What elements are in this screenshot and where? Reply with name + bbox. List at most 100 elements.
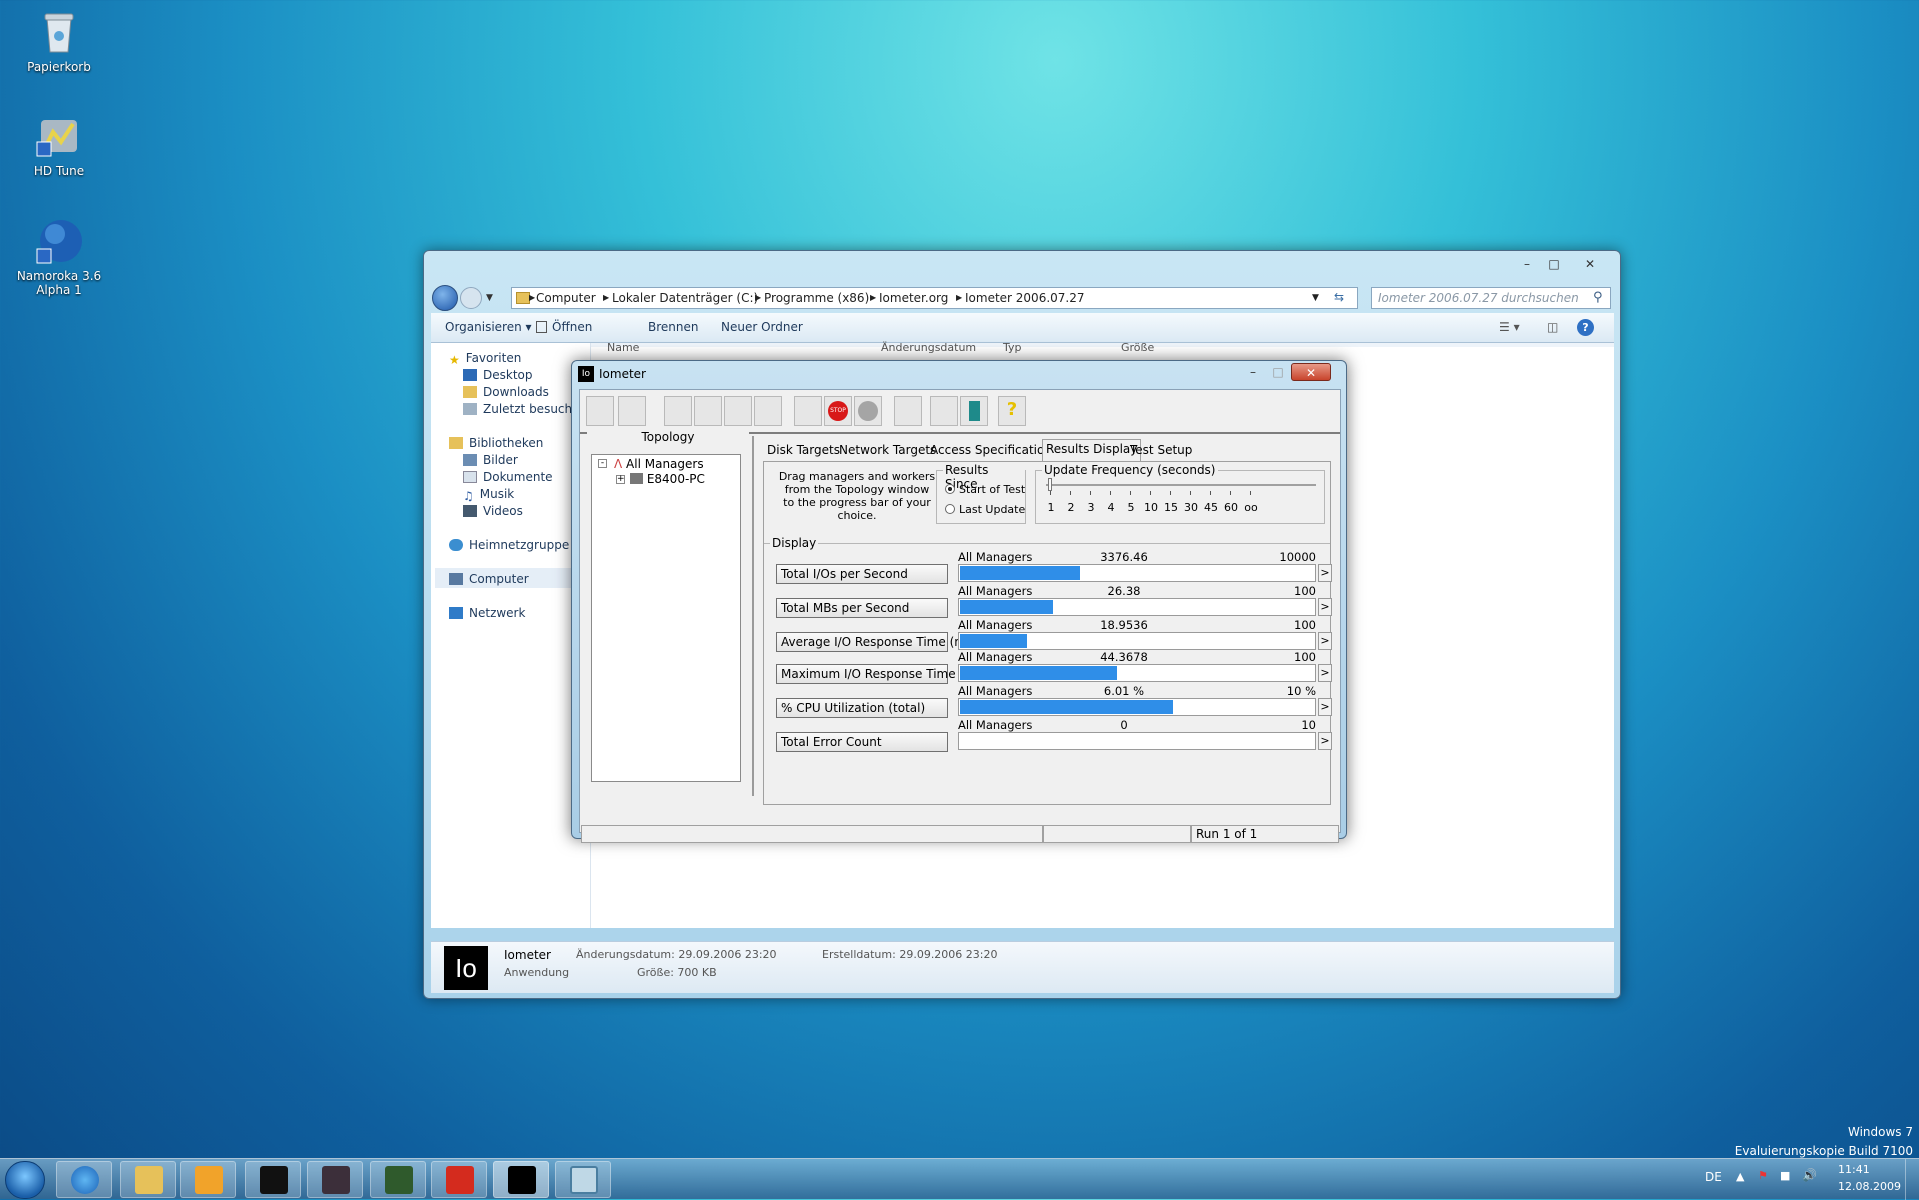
history-dropdown[interactable]: ▼ bbox=[486, 293, 493, 303]
desktop-icon-recycle-bin[interactable]: Papierkorb bbox=[4, 8, 114, 74]
nav-libraries[interactable]: Bibliotheken bbox=[449, 436, 543, 450]
organize-button[interactable]: Organisieren ▾ bbox=[445, 320, 532, 334]
tab-disk-targets[interactable]: Disk Targets bbox=[764, 441, 843, 459]
nav-videos[interactable]: Videos bbox=[463, 504, 523, 518]
column-size[interactable]: Größe bbox=[1121, 341, 1154, 354]
radio-start-of-test[interactable]: Start of Test bbox=[945, 483, 1025, 496]
breadcrumb-computer[interactable]: Computer bbox=[536, 291, 596, 305]
address-dropdown-icon[interactable]: ▼ bbox=[1312, 293, 1319, 303]
column-type[interactable]: Typ bbox=[1003, 341, 1022, 354]
nav-downloads[interactable]: Downloads bbox=[463, 385, 549, 399]
start-button[interactable] bbox=[5, 1161, 45, 1199]
expand-icon[interactable]: + bbox=[616, 475, 625, 484]
address-bar[interactable]: Computer Lokaler Datenträger (C:) Progra… bbox=[511, 287, 1358, 309]
action-center-flag-icon[interactable]: ⚑ bbox=[1758, 1169, 1768, 1182]
breadcrumb-iometer-folder[interactable]: Iometer 2006.07.27 bbox=[965, 291, 1085, 305]
nav-music[interactable]: ♫ Musik bbox=[463, 487, 514, 503]
taskbar-iometer[interactable] bbox=[493, 1161, 549, 1198]
tree-item-all-managers[interactable]: Λ All Managers bbox=[614, 457, 704, 471]
column-name[interactable]: Name bbox=[607, 341, 639, 354]
taskbar-internet-explorer[interactable] bbox=[56, 1161, 112, 1198]
metric-select-button[interactable]: Total I/Os per Second bbox=[776, 564, 948, 584]
metric-progress-bar[interactable] bbox=[958, 564, 1316, 582]
reset-workers-icon[interactable] bbox=[894, 396, 922, 426]
open-button[interactable]: Öffnen bbox=[536, 320, 592, 334]
help-icon[interactable]: ? bbox=[998, 396, 1026, 426]
metric-expand-button[interactable]: > bbox=[1318, 698, 1332, 716]
show-desktop-button[interactable] bbox=[1905, 1159, 1919, 1200]
search-icon[interactable]: ⚲ bbox=[1593, 290, 1603, 305]
search-box[interactable]: Iometer 2006.07.27 durchsuchen ⚲ bbox=[1371, 287, 1611, 309]
nav-pictures[interactable]: Bilder bbox=[463, 453, 518, 467]
refresh-icon[interactable]: ⇆ bbox=[1334, 290, 1344, 304]
iometer-minimize-button[interactable]: – bbox=[1240, 363, 1266, 381]
language-indicator[interactable]: DE bbox=[1705, 1170, 1722, 1184]
stop-all-icon[interactable] bbox=[854, 396, 882, 426]
metric-progress-bar[interactable] bbox=[958, 732, 1316, 750]
exit-icon[interactable] bbox=[960, 396, 988, 426]
collapse-icon[interactable]: - bbox=[598, 459, 607, 468]
tree-item-e8400-pc[interactable]: E8400-PC bbox=[630, 472, 705, 486]
clock-time[interactable]: 11:41 bbox=[1838, 1163, 1870, 1176]
desktop-icon-hd-tune[interactable]: HD Tune bbox=[4, 112, 114, 178]
taskbar-steam[interactable] bbox=[245, 1161, 301, 1198]
close-button[interactable]: ✕ bbox=[1568, 255, 1612, 273]
help-icon[interactable]: ? bbox=[1577, 319, 1594, 336]
taskbar-media-player[interactable] bbox=[180, 1161, 236, 1198]
network-tray-icon[interactable]: ■ bbox=[1780, 1169, 1790, 1182]
breadcrumb-programs[interactable]: Programme (x86) bbox=[764, 291, 869, 305]
tab-test-setup[interactable]: Test Setup bbox=[1127, 441, 1195, 459]
metric-select-button[interactable]: Total Error Count bbox=[776, 732, 948, 752]
metric-expand-button[interactable]: > bbox=[1318, 598, 1332, 616]
radio-last-update[interactable]: Last Update bbox=[945, 503, 1025, 516]
save-config-icon[interactable] bbox=[618, 396, 646, 426]
update-frequency-slider-track[interactable] bbox=[1046, 484, 1316, 486]
metric-progress-bar[interactable] bbox=[958, 664, 1316, 682]
metric-expand-button[interactable]: > bbox=[1318, 564, 1332, 582]
nav-recent[interactable]: Zuletzt besucht bbox=[463, 402, 577, 416]
metric-select-button[interactable]: Average I/O Response Time (ms) bbox=[776, 632, 977, 652]
update-frequency-slider-thumb[interactable] bbox=[1048, 478, 1052, 491]
metric-expand-button[interactable]: > bbox=[1318, 664, 1332, 682]
taskbar-game-1[interactable] bbox=[307, 1161, 363, 1198]
breadcrumb-iometer-org[interactable]: Iometer.org bbox=[879, 291, 948, 305]
stop-icon[interactable]: STOP bbox=[824, 396, 852, 426]
start-network-worker-icon[interactable] bbox=[724, 396, 752, 426]
open-config-icon[interactable] bbox=[586, 396, 614, 426]
metric-progress-bar[interactable] bbox=[958, 632, 1316, 650]
column-modified[interactable]: Änderungsdatum bbox=[881, 341, 976, 354]
start-disk-worker-icon[interactable] bbox=[694, 396, 722, 426]
back-button[interactable] bbox=[432, 285, 458, 311]
taskbar-game-2[interactable] bbox=[370, 1161, 426, 1198]
nav-favorites[interactable]: ★ Favoriten bbox=[449, 351, 521, 367]
clock-date[interactable]: 12.08.2009 bbox=[1838, 1180, 1901, 1193]
metric-select-button[interactable]: Maximum I/O Response Time (ms) bbox=[776, 664, 987, 684]
taskbar-app-window[interactable] bbox=[555, 1161, 611, 1198]
show-hidden-icons-icon[interactable]: ▲ bbox=[1736, 1170, 1744, 1183]
start-tests-icon[interactable] bbox=[794, 396, 822, 426]
view-options-icon[interactable]: ☰ ▾ bbox=[1499, 320, 1520, 334]
metric-progress-bar[interactable] bbox=[958, 598, 1316, 616]
iometer-maximize-button[interactable]: □ bbox=[1265, 363, 1291, 381]
metric-select-button[interactable]: % CPU Utilization (total) bbox=[776, 698, 948, 718]
metric-expand-button[interactable]: > bbox=[1318, 732, 1332, 750]
desktop-icon-namoroka[interactable]: Namoroka 3.6 Alpha 1 bbox=[4, 217, 114, 297]
nav-documents[interactable]: Dokumente bbox=[463, 470, 553, 484]
disconnect-icon[interactable] bbox=[930, 396, 958, 426]
volume-icon[interactable]: 🔊 bbox=[1802, 1168, 1817, 1182]
metric-select-button[interactable]: Total MBs per Second bbox=[776, 598, 948, 618]
nav-desktop[interactable]: Desktop bbox=[463, 368, 533, 382]
tab-network-targets[interactable]: Network Targets bbox=[836, 441, 939, 459]
breadcrumb-drive[interactable]: Lokaler Datenträger (C:) bbox=[612, 291, 758, 305]
burn-button[interactable]: Brennen bbox=[648, 320, 698, 334]
taskbar-pdf-reader[interactable] bbox=[431, 1161, 487, 1198]
metric-expand-button[interactable]: > bbox=[1318, 632, 1332, 650]
preview-pane-icon[interactable]: ◫ bbox=[1547, 320, 1558, 334]
metric-progress-bar[interactable] bbox=[958, 698, 1316, 716]
new-folder-button[interactable]: Neuer Ordner bbox=[721, 320, 803, 334]
minimize-button[interactable]: – bbox=[1514, 255, 1540, 273]
iometer-close-button[interactable]: ✕ bbox=[1291, 363, 1331, 381]
maximize-button[interactable]: □ bbox=[1541, 255, 1567, 273]
taskbar-explorer[interactable] bbox=[120, 1161, 176, 1198]
nav-network[interactable]: Netzwerk bbox=[449, 606, 525, 620]
